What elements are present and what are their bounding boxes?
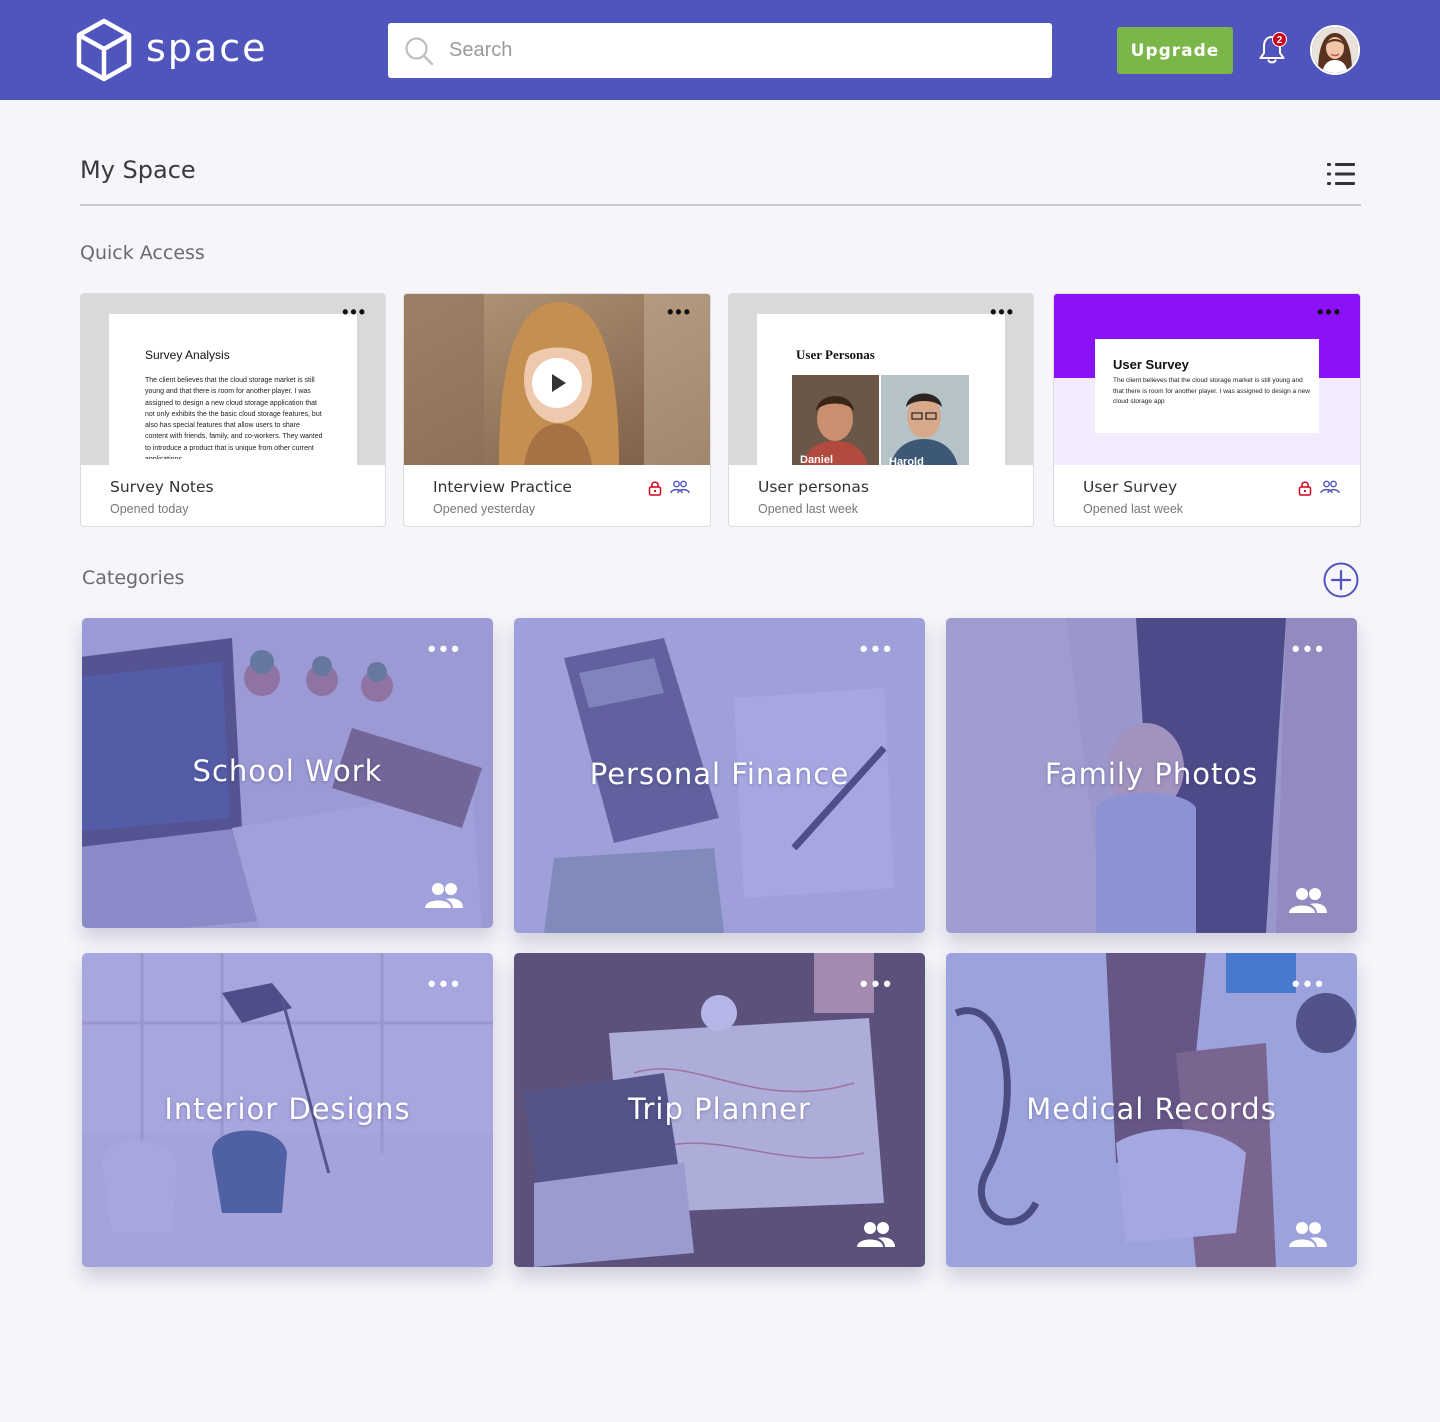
more-dots-icon[interactable]: ••• — [428, 973, 463, 995]
people-icon — [1289, 888, 1327, 913]
categories-heading: Categories — [82, 567, 185, 589]
card-opened-time: Opened today — [110, 502, 189, 516]
more-dots-icon[interactable]: ••• — [990, 303, 1015, 321]
search-icon — [405, 36, 434, 65]
document-preview: User Personas Daniel Harold — [729, 294, 1033, 465]
list-view-icon[interactable] — [1326, 160, 1356, 188]
more-dots-icon[interactable]: ••• — [1292, 638, 1327, 660]
title-divider — [80, 204, 1361, 206]
category-card-medical-records[interactable]: ••• Medical Records — [946, 953, 1357, 1267]
persona-name: Harold — [889, 456, 924, 465]
card-title: Survey Notes — [110, 478, 214, 496]
persona-photos — [792, 375, 969, 465]
category-card-school-work[interactable]: ••• School Work — [82, 618, 493, 928]
brand-logo[interactable]: space — [76, 18, 267, 82]
cube-icon — [76, 18, 132, 82]
people-icon — [1320, 480, 1340, 494]
plus-circle-icon[interactable] — [1323, 562, 1359, 598]
more-dots-icon[interactable]: ••• — [860, 638, 895, 660]
preview-heading: User Personas — [796, 347, 875, 362]
document-page: User Personas Daniel Harold — [757, 314, 1005, 465]
category-title: Personal Finance — [589, 757, 850, 791]
card-title: User Survey — [1083, 478, 1178, 496]
category-title: Medical Records — [1026, 1092, 1277, 1126]
more-dots-icon[interactable]: ••• — [1317, 303, 1342, 321]
preview-text: The client believes that the cloud stora… — [1113, 377, 1310, 405]
more-dots-icon[interactable]: ••• — [342, 303, 367, 321]
people-icon — [1289, 1222, 1327, 1247]
category-title: Interior Designs — [164, 1092, 411, 1126]
lock-icon — [1298, 481, 1312, 496]
notification-count-badge: 2 — [1272, 32, 1287, 47]
play-icon[interactable] — [532, 358, 582, 408]
preview-text: The client believes that the cloud stora… — [145, 377, 323, 459]
more-dots-icon[interactable]: ••• — [860, 973, 895, 995]
persona-name: Daniel — [800, 454, 834, 465]
quick-access-card-user-survey[interactable]: User Survey The client believes that the… — [1053, 293, 1361, 527]
preview-heading: Survey Analysis — [145, 348, 230, 362]
category-title: Trip Planner — [628, 1092, 811, 1126]
more-dots-icon[interactable]: ••• — [1292, 973, 1327, 995]
document-preview: User Survey The client believes that the… — [1054, 294, 1360, 465]
category-title: School Work — [192, 754, 383, 788]
card-opened-time: Opened last week — [758, 502, 859, 516]
quick-access-card-survey-notes[interactable]: Survey Analysis The client believes that… — [80, 293, 386, 527]
people-icon — [857, 1222, 895, 1247]
category-card-family-photos[interactable]: ••• Family Photos — [946, 618, 1357, 933]
quick-access-card-interview-practice[interactable]: ••• Interview Practice Opened yesterday — [403, 293, 711, 527]
top-navigation-bar: space Upgrade 2 — [0, 0, 1440, 100]
search-bar[interactable] — [388, 23, 1052, 78]
card-title: Interview Practice — [433, 478, 572, 496]
user-avatar[interactable] — [1310, 25, 1360, 75]
brand-name: space — [146, 26, 268, 70]
people-icon — [425, 883, 463, 908]
more-dots-icon[interactable]: ••• — [428, 638, 463, 660]
people-icon — [670, 480, 690, 494]
more-dots-icon[interactable]: ••• — [667, 303, 692, 321]
lock-icon — [648, 481, 662, 496]
document-page: User Survey The client believes that the… — [1095, 339, 1319, 433]
document-preview: Survey Analysis The client believes that… — [81, 294, 385, 465]
upgrade-button[interactable]: Upgrade — [1117, 27, 1233, 74]
document-page: Survey Analysis The client believes that… — [109, 314, 357, 465]
card-badges — [648, 480, 690, 496]
avatar-photo — [1312, 27, 1358, 73]
page-title: My Space — [80, 156, 196, 184]
search-input[interactable] — [449, 39, 1009, 62]
card-badges — [1298, 480, 1340, 496]
card-title: User personas — [758, 478, 869, 496]
card-opened-time: Opened yesterday — [433, 502, 536, 516]
category-card-trip-planner[interactable]: ••• Trip Planner — [514, 953, 925, 1267]
quick-access-heading: Quick Access — [80, 242, 205, 264]
category-card-interior-designs[interactable]: ••• Interior Designs — [82, 953, 493, 1267]
preview-heading: User Survey — [1113, 357, 1189, 372]
quick-access-card-user-personas[interactable]: User Personas Daniel Harold ••• User per… — [728, 293, 1034, 527]
category-title: Family Photos — [1044, 757, 1259, 791]
video-thumbnail — [404, 294, 710, 465]
card-opened-time: Opened last week — [1083, 502, 1184, 516]
category-card-personal-finance[interactable]: ••• Personal Finance — [514, 618, 925, 933]
